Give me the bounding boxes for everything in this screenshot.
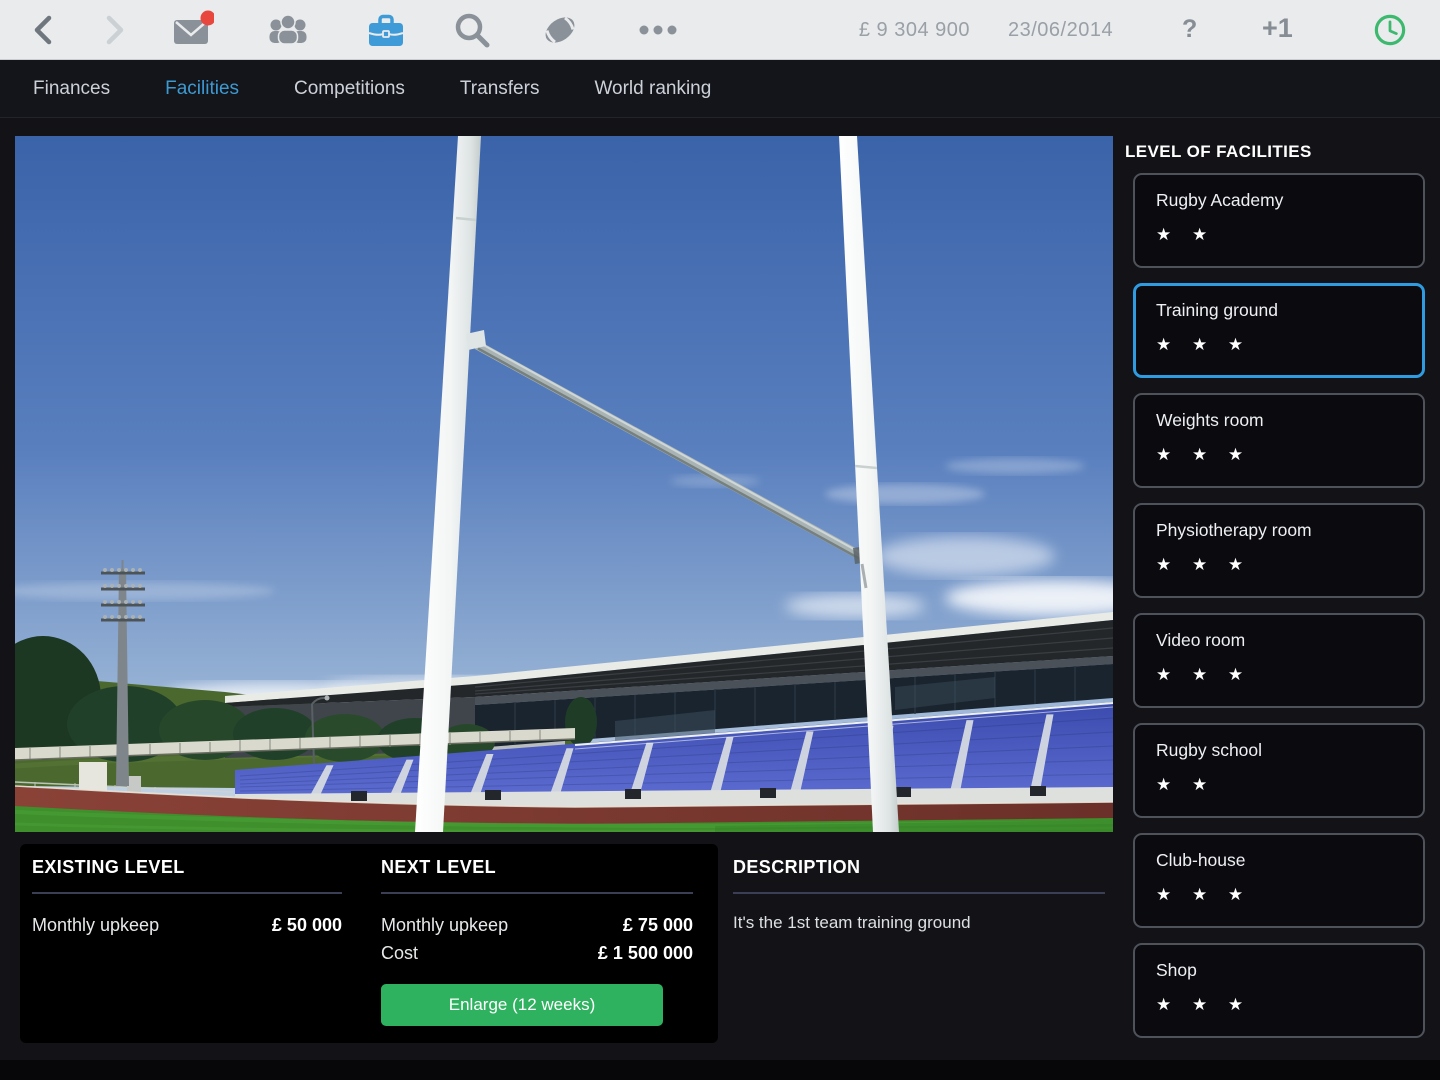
facility-star-rating: ★ ★ ★: [1156, 665, 1423, 685]
upgrade-panel: EXISTING LEVEL Monthly upkeep £ 50 000 N…: [20, 844, 718, 1043]
facility-card-shop[interactable]: Shop ★ ★ ★: [1133, 943, 1425, 1038]
facility-card-rugby-school[interactable]: Rugby school ★ ★: [1133, 723, 1425, 818]
tab-world-ranking[interactable]: World ranking: [594, 78, 711, 100]
search-icon[interactable]: [450, 8, 494, 52]
facility-star-rating: ★ ★ ★: [1156, 995, 1423, 1015]
facility-name: Club-house: [1156, 850, 1423, 871]
facility-star-rating: ★ ★: [1156, 225, 1423, 245]
mail-icon[interactable]: [170, 8, 214, 52]
divider: [381, 892, 693, 894]
row-value: £ 50 000: [272, 915, 342, 936]
facility-star-rating: ★ ★ ★: [1156, 445, 1423, 465]
upkeep-row: Monthly upkeep £ 50 000: [32, 915, 342, 936]
facility-card-video-room[interactable]: Video room ★ ★ ★: [1133, 613, 1425, 708]
forward-icon[interactable]: [92, 8, 136, 52]
facility-name: Shop: [1156, 960, 1423, 981]
next-level-section: NEXT LEVEL Monthly upkeep £ 75 000 Cost …: [381, 844, 693, 964]
tab-facilities[interactable]: Facilities: [165, 78, 239, 100]
divider: [733, 892, 1105, 894]
row-value: £ 1 500 000: [598, 943, 693, 964]
facility-card-rugby-academy[interactable]: Rugby Academy ★ ★: [1133, 173, 1425, 268]
facility-name: Video room: [1156, 630, 1423, 651]
squad-icon[interactable]: [266, 8, 310, 52]
rugby-ball-icon[interactable]: [538, 8, 582, 52]
divider: [32, 892, 342, 894]
description-section: DESCRIPTION It's the 1st team training g…: [733, 844, 1105, 933]
row-label: Monthly upkeep: [381, 915, 508, 936]
top-toolbar: £ 9 304 900 23/06/2014 ? +1: [0, 0, 1440, 60]
game-date: 23/06/2014: [1008, 19, 1113, 42]
upkeep-row: Monthly upkeep £ 75 000: [381, 915, 693, 936]
next-level-title: NEXT LEVEL: [381, 844, 693, 878]
facility-name: Rugby school: [1156, 740, 1423, 761]
row-label: Monthly upkeep: [32, 915, 159, 936]
clock-icon[interactable]: [1370, 10, 1410, 50]
tab-finances[interactable]: Finances: [33, 78, 110, 100]
facility-name: Physiotherapy room: [1156, 520, 1423, 541]
tab-competitions[interactable]: Competitions: [294, 78, 405, 100]
cost-row: Cost £ 1 500 000: [381, 943, 693, 964]
facility-name: Training ground: [1156, 300, 1422, 321]
more-icon[interactable]: [636, 8, 680, 52]
facility-star-rating: ★ ★ ★: [1156, 885, 1423, 905]
existing-level-title: EXISTING LEVEL: [32, 844, 342, 878]
help-icon[interactable]: ?: [1182, 15, 1197, 44]
facility-card-weights-room[interactable]: Weights room ★ ★ ★: [1133, 393, 1425, 488]
advance-day-icon[interactable]: +1: [1262, 13, 1293, 44]
description-title: DESCRIPTION: [733, 844, 1105, 878]
facility-card-physiotherapy-room[interactable]: Physiotherapy room ★ ★ ★: [1133, 503, 1425, 598]
facilities-list-title: LEVEL OF FACILITIES: [1125, 142, 1425, 162]
facility-card-club-house[interactable]: Club-house ★ ★ ★: [1133, 833, 1425, 928]
row-label: Cost: [381, 943, 418, 964]
facility-star-rating: ★ ★: [1156, 775, 1423, 795]
facility-star-rating: ★ ★ ★: [1156, 555, 1423, 575]
enlarge-button[interactable]: Enlarge (12 weeks): [381, 984, 663, 1026]
footer-bar: [0, 1060, 1440, 1080]
back-icon[interactable]: [22, 8, 66, 52]
facilities-screen: £ 9 304 900 23/06/2014 ? +1 Finances Fac…: [0, 0, 1440, 1080]
facilities-list: Rugby Academy ★ ★ Training ground ★ ★ ★ …: [1133, 173, 1425, 1038]
existing-level-section: EXISTING LEVEL Monthly upkeep £ 50 000: [32, 844, 342, 936]
club-balance: £ 9 304 900: [840, 19, 970, 42]
facility-name: Rugby Academy: [1156, 190, 1423, 211]
row-value: £ 75 000: [623, 915, 693, 936]
facility-star-rating: ★ ★ ★: [1156, 335, 1422, 355]
facility-name: Weights room: [1156, 410, 1423, 431]
description-text: It's the 1st team training ground: [733, 913, 1105, 933]
stadium-photo: [15, 136, 1113, 832]
tab-transfers[interactable]: Transfers: [460, 78, 540, 100]
briefcase-icon[interactable]: [364, 8, 408, 52]
facility-card-training-ground[interactable]: Training ground ★ ★ ★: [1133, 283, 1425, 378]
section-nav: Finances Facilities Competitions Transfe…: [0, 60, 1440, 118]
